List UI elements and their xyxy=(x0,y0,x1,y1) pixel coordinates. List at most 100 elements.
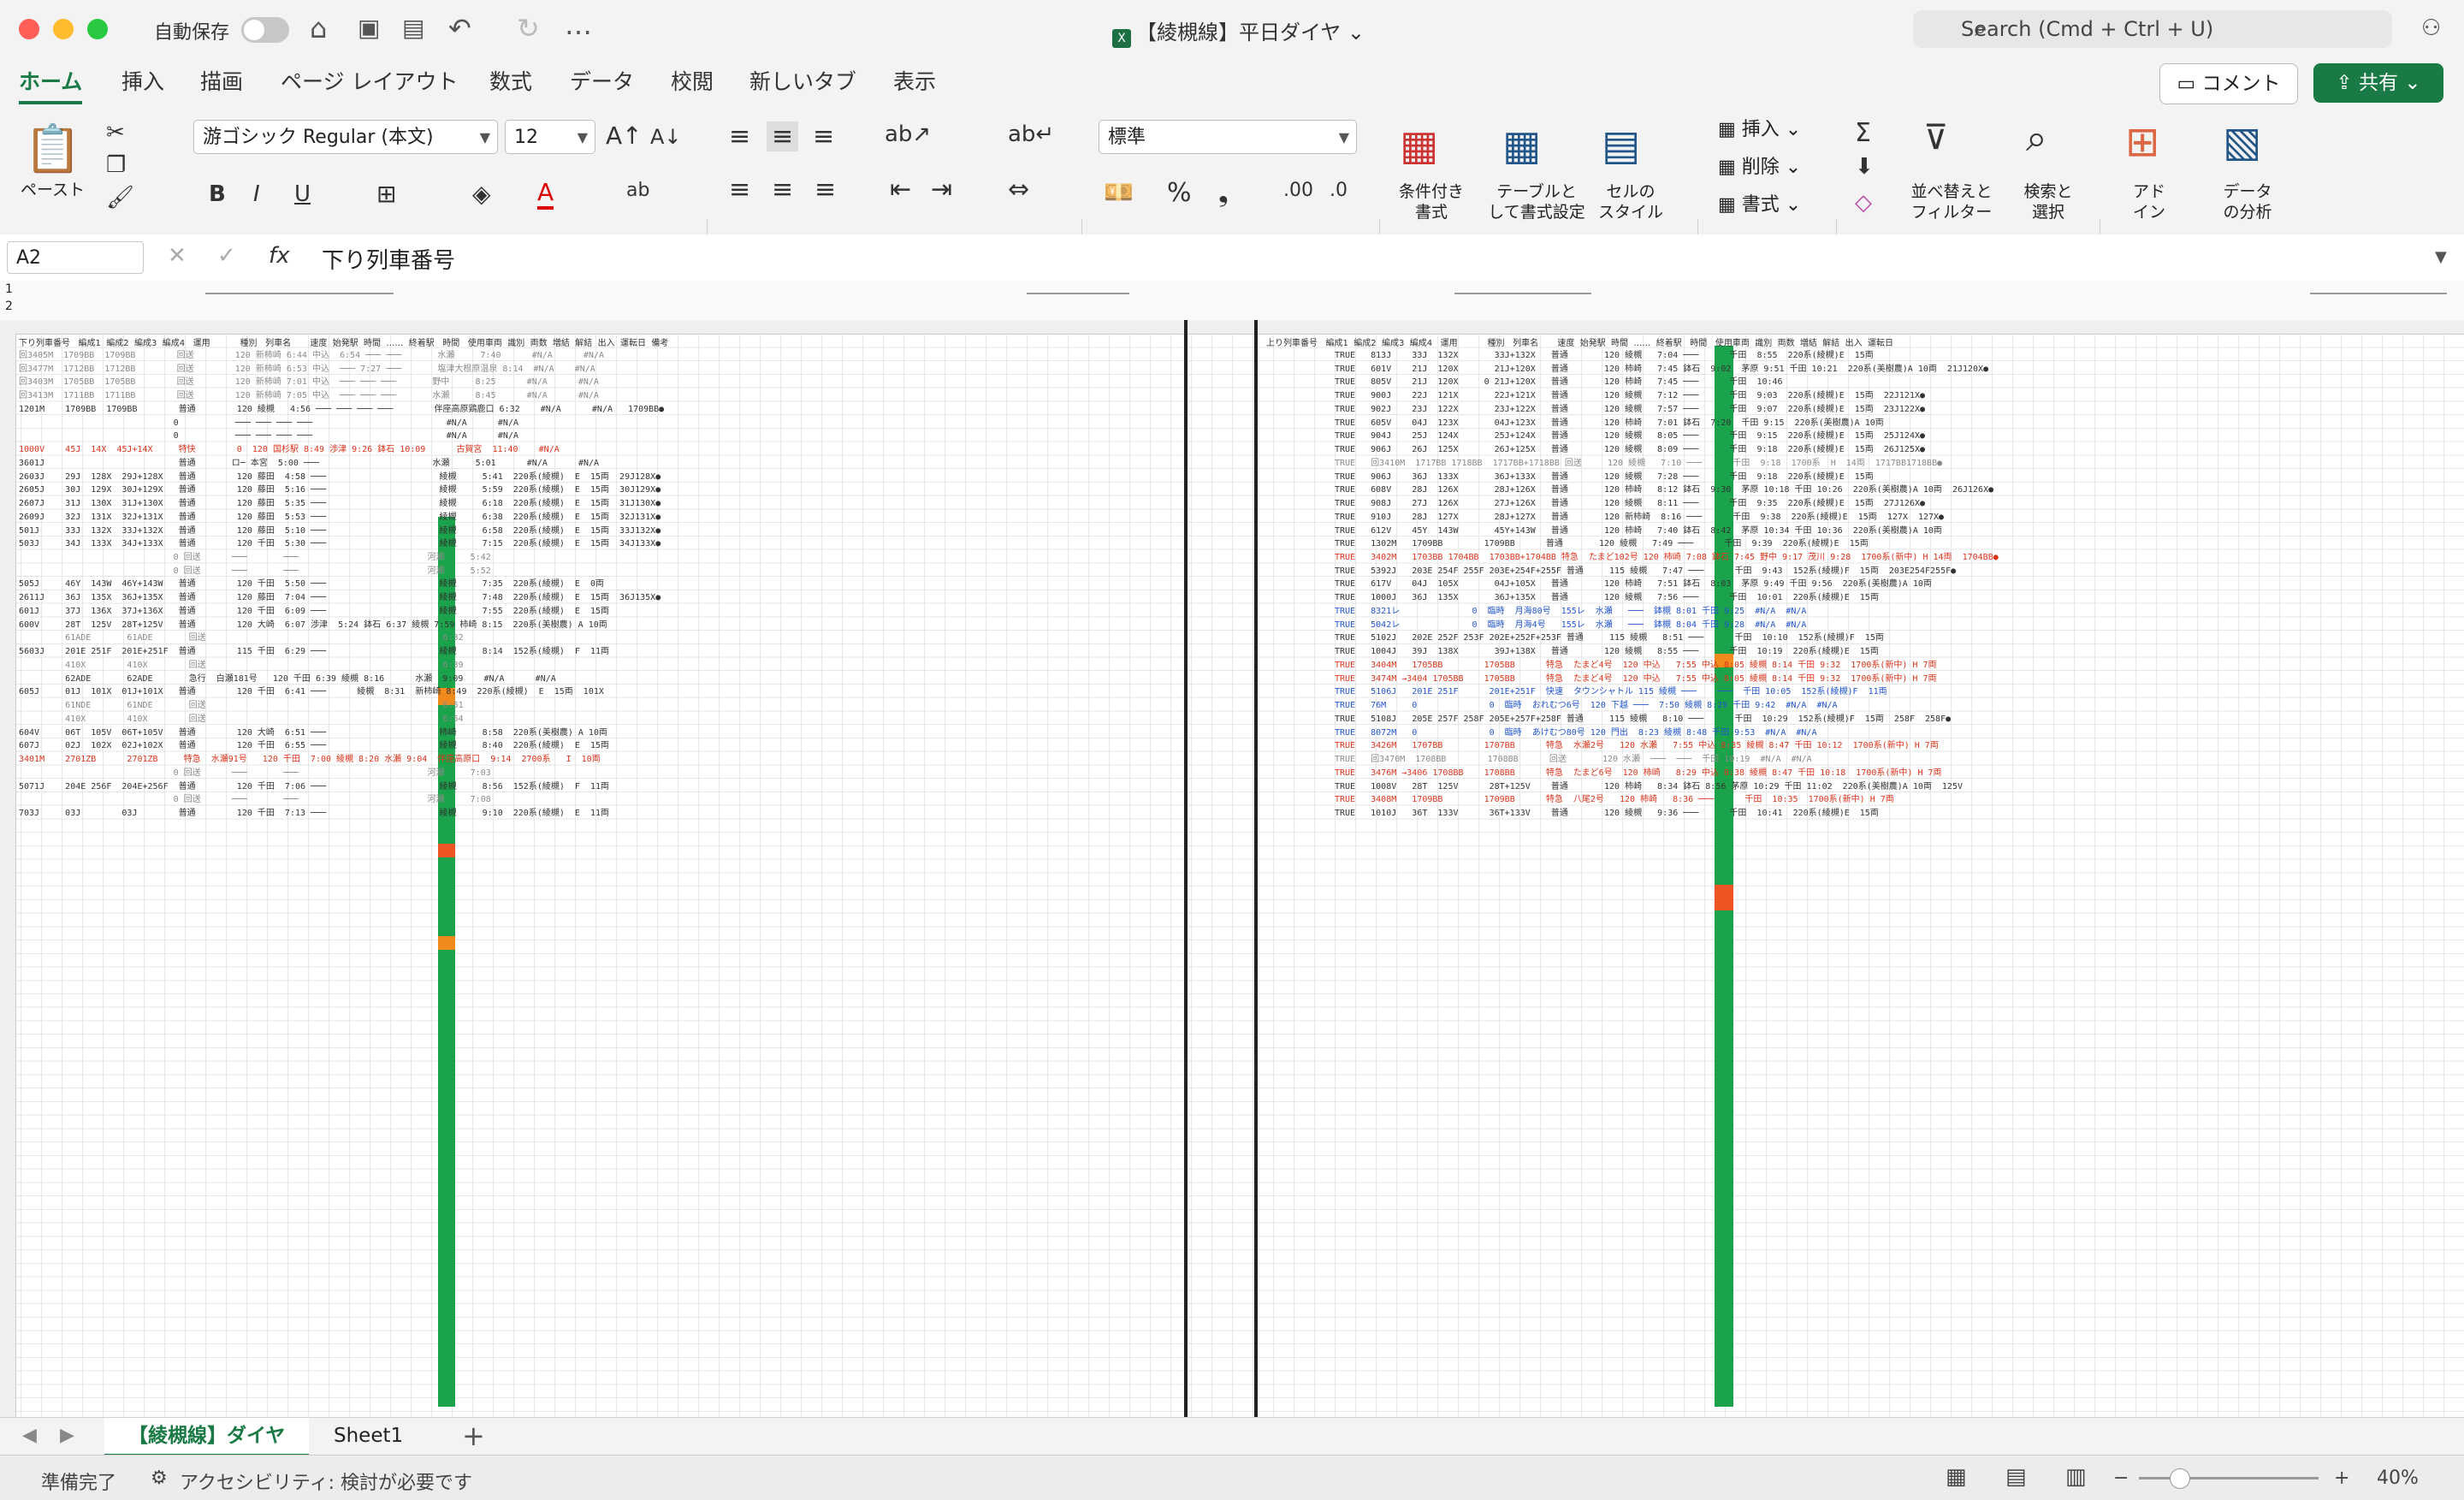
format-painter-icon[interactable]: 🖌 xyxy=(106,185,134,210)
table-row[interactable]: 605J 01J 101X 01J+101X 普通 120 千田 6:41 ──… xyxy=(19,685,664,699)
comment-button[interactable]: ▭ コメント xyxy=(2159,63,2298,104)
table-row[interactable]: TRUE 910J 28J 127X 28J+127X 普通 120 新柿崎 8… xyxy=(1335,511,1999,525)
table-row[interactable]: TRUE 8072M 0 0 臨時 あけむつ80号 120 門出 8:23 綾槻… xyxy=(1335,726,1999,740)
table-row[interactable]: TRUE 5392J 203E 254F 255F 203E+254F+255F… xyxy=(1335,565,1999,578)
save-icon[interactable]: ▣ xyxy=(358,14,380,42)
merge-cells-icon[interactable]: ⇔ xyxy=(1008,175,1029,205)
phonetic-icon[interactable]: ab xyxy=(626,180,649,201)
format-table-icon[interactable]: ▦ xyxy=(1502,122,1541,169)
prev-sheet-icon[interactable]: ◀ xyxy=(22,1425,37,1446)
table-row[interactable]: 2611J 36J 135X 36J+135X 普通 120 藤田 7:04 ─… xyxy=(19,591,664,605)
tab-view[interactable]: 表示 xyxy=(893,65,936,96)
table-row[interactable]: TRUE 813J 33J 132X 33J+132X 普通 120 綾槻 7:… xyxy=(1335,349,1999,363)
table-row[interactable]: TRUE 5042レ 0 臨時 月海4号 155レ 水瀬 ─── 鉢槻 8:04… xyxy=(1335,619,1999,632)
page-break-view-icon[interactable]: ▥ xyxy=(2065,1464,2087,1490)
table-row[interactable]: 703J 03J 03J 普通 120 千田 7:13 ─── 綾槻 9:10 … xyxy=(19,807,664,821)
zoom-slider[interactable] xyxy=(2139,1468,2319,1489)
table-row[interactable]: 2603J 29J 128X 29J+128X 普通 120 藤田 4:58 ─… xyxy=(19,471,664,484)
increase-font-icon[interactable]: A↑ xyxy=(606,122,643,150)
table-row[interactable]: TRUE 3404M 1705BB 1705BB 特急 たまど4号 120 中込… xyxy=(1335,659,1999,673)
format-cells-button[interactable]: ▦ 書式 ⌄ xyxy=(1718,195,1801,216)
addins-icon[interactable]: ⊞ xyxy=(2125,118,2159,166)
table-row[interactable]: 2609J 32J 131X 32J+131X 普通 120 藤田 5:53 ─… xyxy=(19,511,664,525)
table-row[interactable]: TRUE 3408M 1709BB 1709BB 特急 八尾2号 120 柿崎 … xyxy=(1335,793,1999,807)
table-row[interactable]: TRUE 608V 28J 126X 28J+126X 普通 120 柿崎 8:… xyxy=(1335,483,1999,497)
minimize-window-button[interactable] xyxy=(53,19,74,39)
table-row[interactable]: 61NDE 61NDE 回送 6:51 xyxy=(19,699,664,713)
table-row[interactable]: TRUE 617V 04J 105X 04J+105X 普通 120 柿崎 7:… xyxy=(1335,578,1999,591)
row-headers[interactable] xyxy=(0,334,16,1417)
decrease-decimal-icon[interactable]: .0 xyxy=(1330,180,1348,201)
align-top-icon[interactable]: ≡ xyxy=(729,122,750,151)
worksheet-grid[interactable]: 下り列車番号 編成1 編成2 編成3 編成4 運用 種別 列車名 速度 始発駅 … xyxy=(0,320,2464,1417)
table-row[interactable]: 62ADE 62ADE 急行 白瀬181号 120 千田 6:39 綾槻 8:1… xyxy=(19,673,664,686)
accessibility-status[interactable]: アクセシビリティ: 検討が必要です xyxy=(180,1467,472,1495)
table-row[interactable]: 61ADE 61ADE 回送 6:32 xyxy=(19,631,664,645)
fill-icon[interactable]: ⬇ xyxy=(1855,154,1874,180)
account-icon[interactable]: ⚇ xyxy=(2421,15,2441,41)
table-row[interactable]: TRUE 900J 22J 121X 22J+121X 普通 120 綾槻 7:… xyxy=(1335,389,1999,403)
table-row[interactable]: 0 ─── ─── ─── ─── #N/A #N/A xyxy=(19,417,664,430)
table-row[interactable]: 505J 46Y 143W 46Y+143W 普通 120 千田 5:50 ──… xyxy=(19,578,664,591)
expand-formula-icon[interactable]: ▼ xyxy=(2435,248,2447,266)
number-format-select[interactable]: 標準 ▼ xyxy=(1099,120,1357,154)
table-row[interactable]: 410X 410X 回送 6:39 xyxy=(19,659,664,673)
normal-view-icon[interactable]: ▦ xyxy=(1946,1464,1967,1490)
tab-draw[interactable]: 描画 xyxy=(200,65,243,96)
table-row[interactable]: TRUE 1000J 36J 135X 36J+135X 普通 120 綾槻 7… xyxy=(1335,591,1999,605)
table-row[interactable]: 0 回送 ─── ─── 河瀬 7:08 xyxy=(19,793,664,807)
share-button[interactable]: ⇪ 共有 ⌄ xyxy=(2313,63,2443,103)
zoom-in-icon[interactable]: + xyxy=(2334,1467,2349,1489)
delete-cells-button[interactable]: ▦ 削除 ⌄ xyxy=(1718,157,1801,178)
bold-icon[interactable]: B xyxy=(209,181,226,207)
table-row[interactable]: 604V 06T 105V 06T+105V 普通 120 大崎 6:51 ──… xyxy=(19,726,664,740)
table-row[interactable]: 0 回送 ─── ─── 河瀬 5:52 xyxy=(19,565,664,578)
orientation-icon[interactable]: ab↗ xyxy=(885,122,931,147)
page-layout-view-icon[interactable]: ▤ xyxy=(2005,1464,2027,1490)
increase-decimal-icon[interactable]: .00 xyxy=(1283,180,1313,201)
table-row[interactable]: TRUE 904J 25J 124X 25J+124X 普通 120 綾槻 8:… xyxy=(1335,430,1999,443)
table-row[interactable]: 1201M 1709BB 1709BB 普通 120 綾槻 4:56 ─── ─… xyxy=(19,403,664,417)
outline-group[interactable] xyxy=(1027,293,1129,299)
comma-icon[interactable]: ❟ xyxy=(1218,178,1229,208)
underline-icon[interactable]: U xyxy=(294,181,311,207)
clear-icon[interactable]: ◇ xyxy=(1855,190,1872,216)
tab-data[interactable]: データ xyxy=(570,65,634,96)
outline-group[interactable] xyxy=(205,293,394,299)
borders-icon[interactable]: ⊞ xyxy=(376,180,396,208)
table-row[interactable]: TRUE 3426M 1707BB 1707BB 特急 水瀬2号 120 水瀬 … xyxy=(1335,739,1999,753)
font-size-select[interactable]: 12 ▼ xyxy=(505,120,595,154)
table-row[interactable]: TRUE 1004J 39J 138X 39J+138X 普通 120 綾槻 8… xyxy=(1335,645,1999,659)
table-row[interactable]: 410X 410X 回送 6:54 xyxy=(19,713,664,726)
table-row[interactable]: TRUE 601V 21J 120X 21J+120X 普通 120 柿崎 7:… xyxy=(1335,363,1999,376)
table-row[interactable]: 回3477M 1712BB 1712BB 回送 120 新柿崎 6:53 中込 … xyxy=(19,363,664,376)
close-window-button[interactable] xyxy=(19,19,39,39)
wrap-text-icon[interactable]: ab↵ xyxy=(1008,122,1054,147)
find-select-icon[interactable]: ⌕ xyxy=(2026,116,2047,160)
conditional-format-icon[interactable]: ▦ xyxy=(1400,122,1438,169)
autosave-toggle[interactable] xyxy=(241,17,289,43)
analyze-data-icon[interactable]: ▧ xyxy=(2223,118,2261,166)
table-row[interactable]: TRUE 902J 23J 122X 23J+122X 普通 120 綾槻 7:… xyxy=(1335,403,1999,417)
undo-icon[interactable]: ↶ xyxy=(448,12,471,44)
table-row[interactable]: 回3403M 1705BB 1705BB 回送 120 新柿崎 7:01 中込 … xyxy=(19,376,664,389)
table-row[interactable]: TRUE 3402M 1703BB 1704BB 1703BB+1704BB 特… xyxy=(1335,551,1999,565)
currency-icon[interactable]: 💴 xyxy=(1104,178,1134,206)
tab-home[interactable]: ホーム xyxy=(19,65,83,104)
table-row[interactable]: TRUE 5108J 205E 257F 258F 205E+257F+258F… xyxy=(1335,713,1999,726)
name-box[interactable]: A2 xyxy=(7,241,144,274)
column-headers[interactable] xyxy=(0,320,2464,335)
table-row[interactable]: TRUE 3474M →3404 1705BB 1705BB 特急 たまど4号 … xyxy=(1335,673,1999,686)
cell-style-icon[interactable]: ▤ xyxy=(1602,122,1640,169)
accessibility-icon[interactable]: ⚙ xyxy=(151,1467,168,1489)
cancel-icon[interactable]: ✕ xyxy=(168,243,187,269)
table-row[interactable]: 0 回送 ─── ─── 河瀬 7:03 xyxy=(19,767,664,780)
table-row[interactable]: TRUE 1302M 1709BB 1709BB 普通 120 綾槻 7:49 … xyxy=(1335,537,1999,551)
table-row[interactable]: 回3405M 1709BB 1709BB 回送 120 新柿崎 6:44 中込 … xyxy=(19,349,664,363)
paste-icon[interactable]: 📋 xyxy=(24,122,81,176)
align-bottom-icon[interactable]: ≡ xyxy=(813,122,834,151)
confirm-icon[interactable]: ✓ xyxy=(217,243,236,269)
table-row[interactable]: 5603J 201E 251F 201E+251F 普通 115 千田 6:29… xyxy=(19,645,664,659)
table-row[interactable]: TRUE 3476M →3406 1708BB 1708BB 特急 たまど6号 … xyxy=(1335,767,1999,780)
font-color-icon[interactable]: A xyxy=(537,178,554,210)
